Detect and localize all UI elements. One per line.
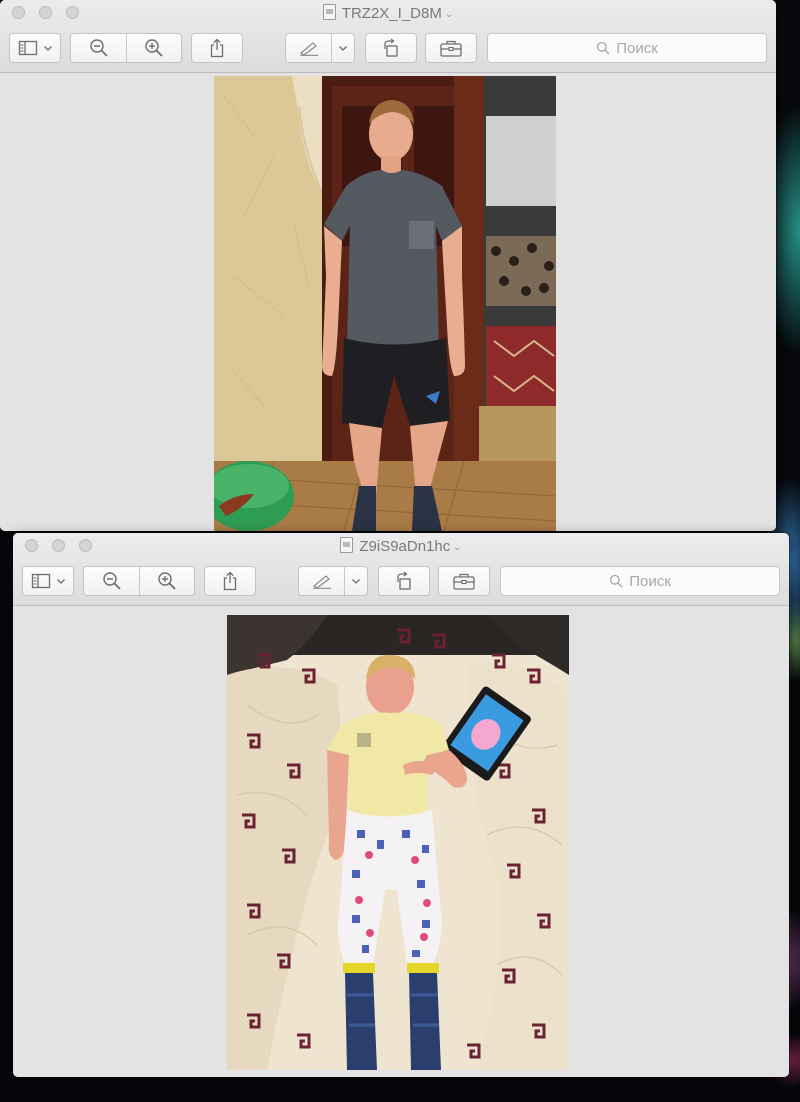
document-view: [13, 606, 789, 1077]
search-input[interactable]: Поиск: [487, 33, 767, 63]
markup-pen-icon: [299, 42, 318, 56]
share-icon: [223, 571, 237, 591]
window-titlebar: Z9iS9aDn1hc ⌄ Поиск: [13, 533, 789, 606]
toolbox-icon: [440, 40, 462, 57]
markup-button-group: [285, 33, 355, 63]
chevron-down-icon: [352, 579, 360, 584]
zoom-button-group: [83, 566, 195, 596]
markup-button[interactable]: [299, 567, 344, 595]
zoom-out-icon: [102, 572, 121, 590]
photo-image[interactable]: [227, 615, 569, 1070]
document-icon: [322, 4, 336, 20]
chevron-down-icon: [43, 46, 52, 51]
zoom-in-icon: [158, 572, 176, 590]
photo-image[interactable]: [214, 76, 556, 531]
markup-pen-icon: [312, 575, 331, 589]
search-input[interactable]: Поиск: [500, 566, 780, 596]
preview-window-1: TRZ2X_I_D8M ⌄ Поиск: [0, 0, 776, 531]
chevron-down-icon: [56, 579, 65, 584]
zoom-button-group: [70, 33, 182, 63]
preview-window-2: Z9iS9aDn1hc ⌄ Поиск: [13, 533, 789, 1077]
share-button[interactable]: [191, 33, 243, 63]
rotate-icon: [384, 38, 398, 57]
search-icon: [610, 574, 623, 588]
markup-button[interactable]: [286, 34, 331, 62]
zoom-out-icon: [89, 39, 108, 57]
window-title[interactable]: Z9iS9aDn1hc ⌄: [13, 537, 789, 557]
sidebar-icon: [31, 573, 50, 589]
toolbox-icon: [453, 573, 475, 590]
document-view: [0, 73, 776, 531]
chevron-down-icon: [339, 46, 347, 51]
sidebar-view-button[interactable]: [22, 566, 74, 596]
markup-button-group: [298, 566, 368, 596]
zoom-in-button[interactable]: [127, 34, 181, 62]
chevron-down-icon: ⌄: [453, 542, 462, 553]
search-placeholder: Поиск: [629, 572, 671, 590]
chevron-down-icon: ⌄: [444, 9, 454, 20]
zoom-out-button[interactable]: [84, 567, 139, 595]
search-placeholder: Поиск: [616, 39, 658, 57]
search-icon: [597, 41, 610, 55]
window-titlebar: TRZ2X_I_D8M ⌄ Поиск: [0, 0, 776, 73]
toolbox-button[interactable]: [438, 566, 490, 596]
document-icon: [340, 537, 354, 553]
rotate-button[interactable]: [378, 566, 430, 596]
markup-options-button[interactable]: [332, 34, 354, 62]
window-title-text: TRZ2X_I_D8M: [341, 5, 442, 22]
window-title[interactable]: TRZ2X_I_D8M ⌄: [0, 4, 776, 24]
zoom-out-button[interactable]: [71, 34, 126, 62]
sidebar-view-button[interactable]: [9, 33, 61, 63]
rotate-icon: [397, 571, 411, 590]
markup-options-button[interactable]: [345, 567, 367, 595]
share-icon: [210, 38, 224, 58]
sidebar-icon: [18, 40, 37, 56]
toolbox-button[interactable]: [425, 33, 477, 63]
rotate-button[interactable]: [365, 33, 417, 63]
share-button[interactable]: [204, 566, 256, 596]
window-title-text: Z9iS9aDn1hc: [359, 538, 451, 555]
zoom-in-icon: [145, 39, 163, 57]
zoom-in-button[interactable]: [140, 567, 194, 595]
